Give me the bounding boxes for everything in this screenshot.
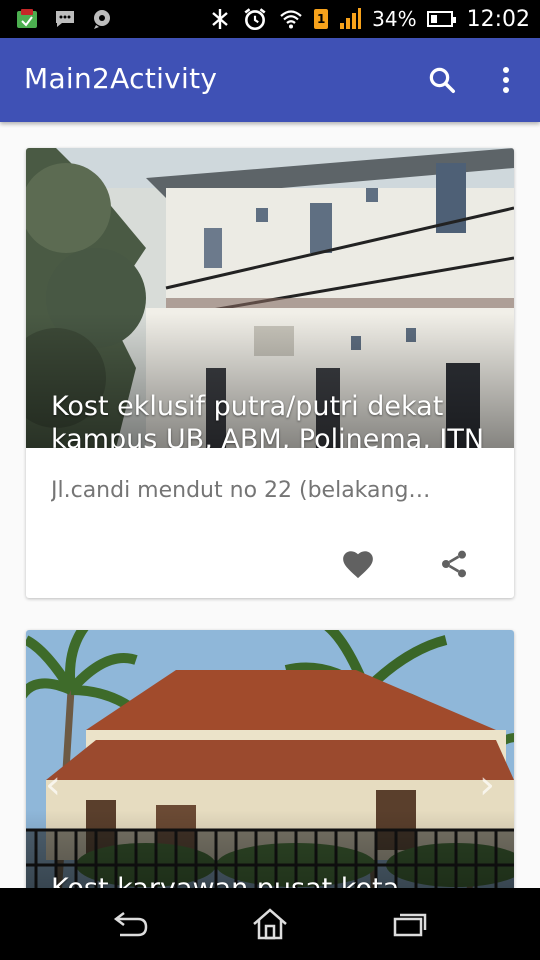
bluetooth-icon [208,7,232,31]
alarm-icon [242,6,268,32]
card-list[interactable]: Kost eklusif putra/putri dekat kampus UB… [0,122,540,888]
app-notification-icon [14,6,40,32]
overflow-menu-icon [503,67,509,93]
chevron-left-icon[interactable]: ‹ [38,760,68,810]
card-title: Kost eklusif putra/putri dekat kampus UB… [51,391,485,448]
recents-button[interactable] [380,899,440,949]
signal-icon [338,7,362,31]
overflow-menu-button[interactable] [484,58,528,102]
clock: 12:02 [466,6,530,32]
card-image[interactable]: Kost eklusif putra/putri dekat kampus UB… [26,148,514,448]
home-icon [253,908,287,940]
card-title: Kost karyawan pusat kota malang [51,872,492,888]
back-icon [113,912,148,937]
search-icon [429,67,455,93]
share-button[interactable] [434,544,474,584]
favorite-button[interactable] [338,544,378,584]
recents-icon [393,913,427,937]
kost-card[interactable]: ‹ › Kost karyawan pusat kota malang [26,630,514,888]
battery-icon [426,11,456,27]
chevron-right-icon[interactable]: › [472,760,502,810]
chat-notification-icon [52,6,78,32]
share-icon [442,550,466,578]
app-bar: Main2Activity [0,38,540,122]
home-button[interactable] [240,899,300,949]
search-button[interactable] [420,58,464,102]
sim-icon: 1 [314,9,329,29]
status-bar: 1 34% 12:02 [0,0,540,38]
battery-percent: 34% [372,7,417,31]
kost-card[interactable]: Kost eklusif putra/putri dekat kampus UB… [26,148,514,598]
favorite-icon [343,551,373,579]
navigation-bar [0,888,540,960]
card-image[interactable]: ‹ › Kost karyawan pusat kota malang [26,630,514,888]
location-chat-icon [90,6,116,32]
wifi-icon [278,7,304,31]
card-address: Jl.candi mendut no 22 (belakang… [51,478,431,503]
app-title: Main2Activity [24,62,218,95]
back-button[interactable] [100,899,160,949]
